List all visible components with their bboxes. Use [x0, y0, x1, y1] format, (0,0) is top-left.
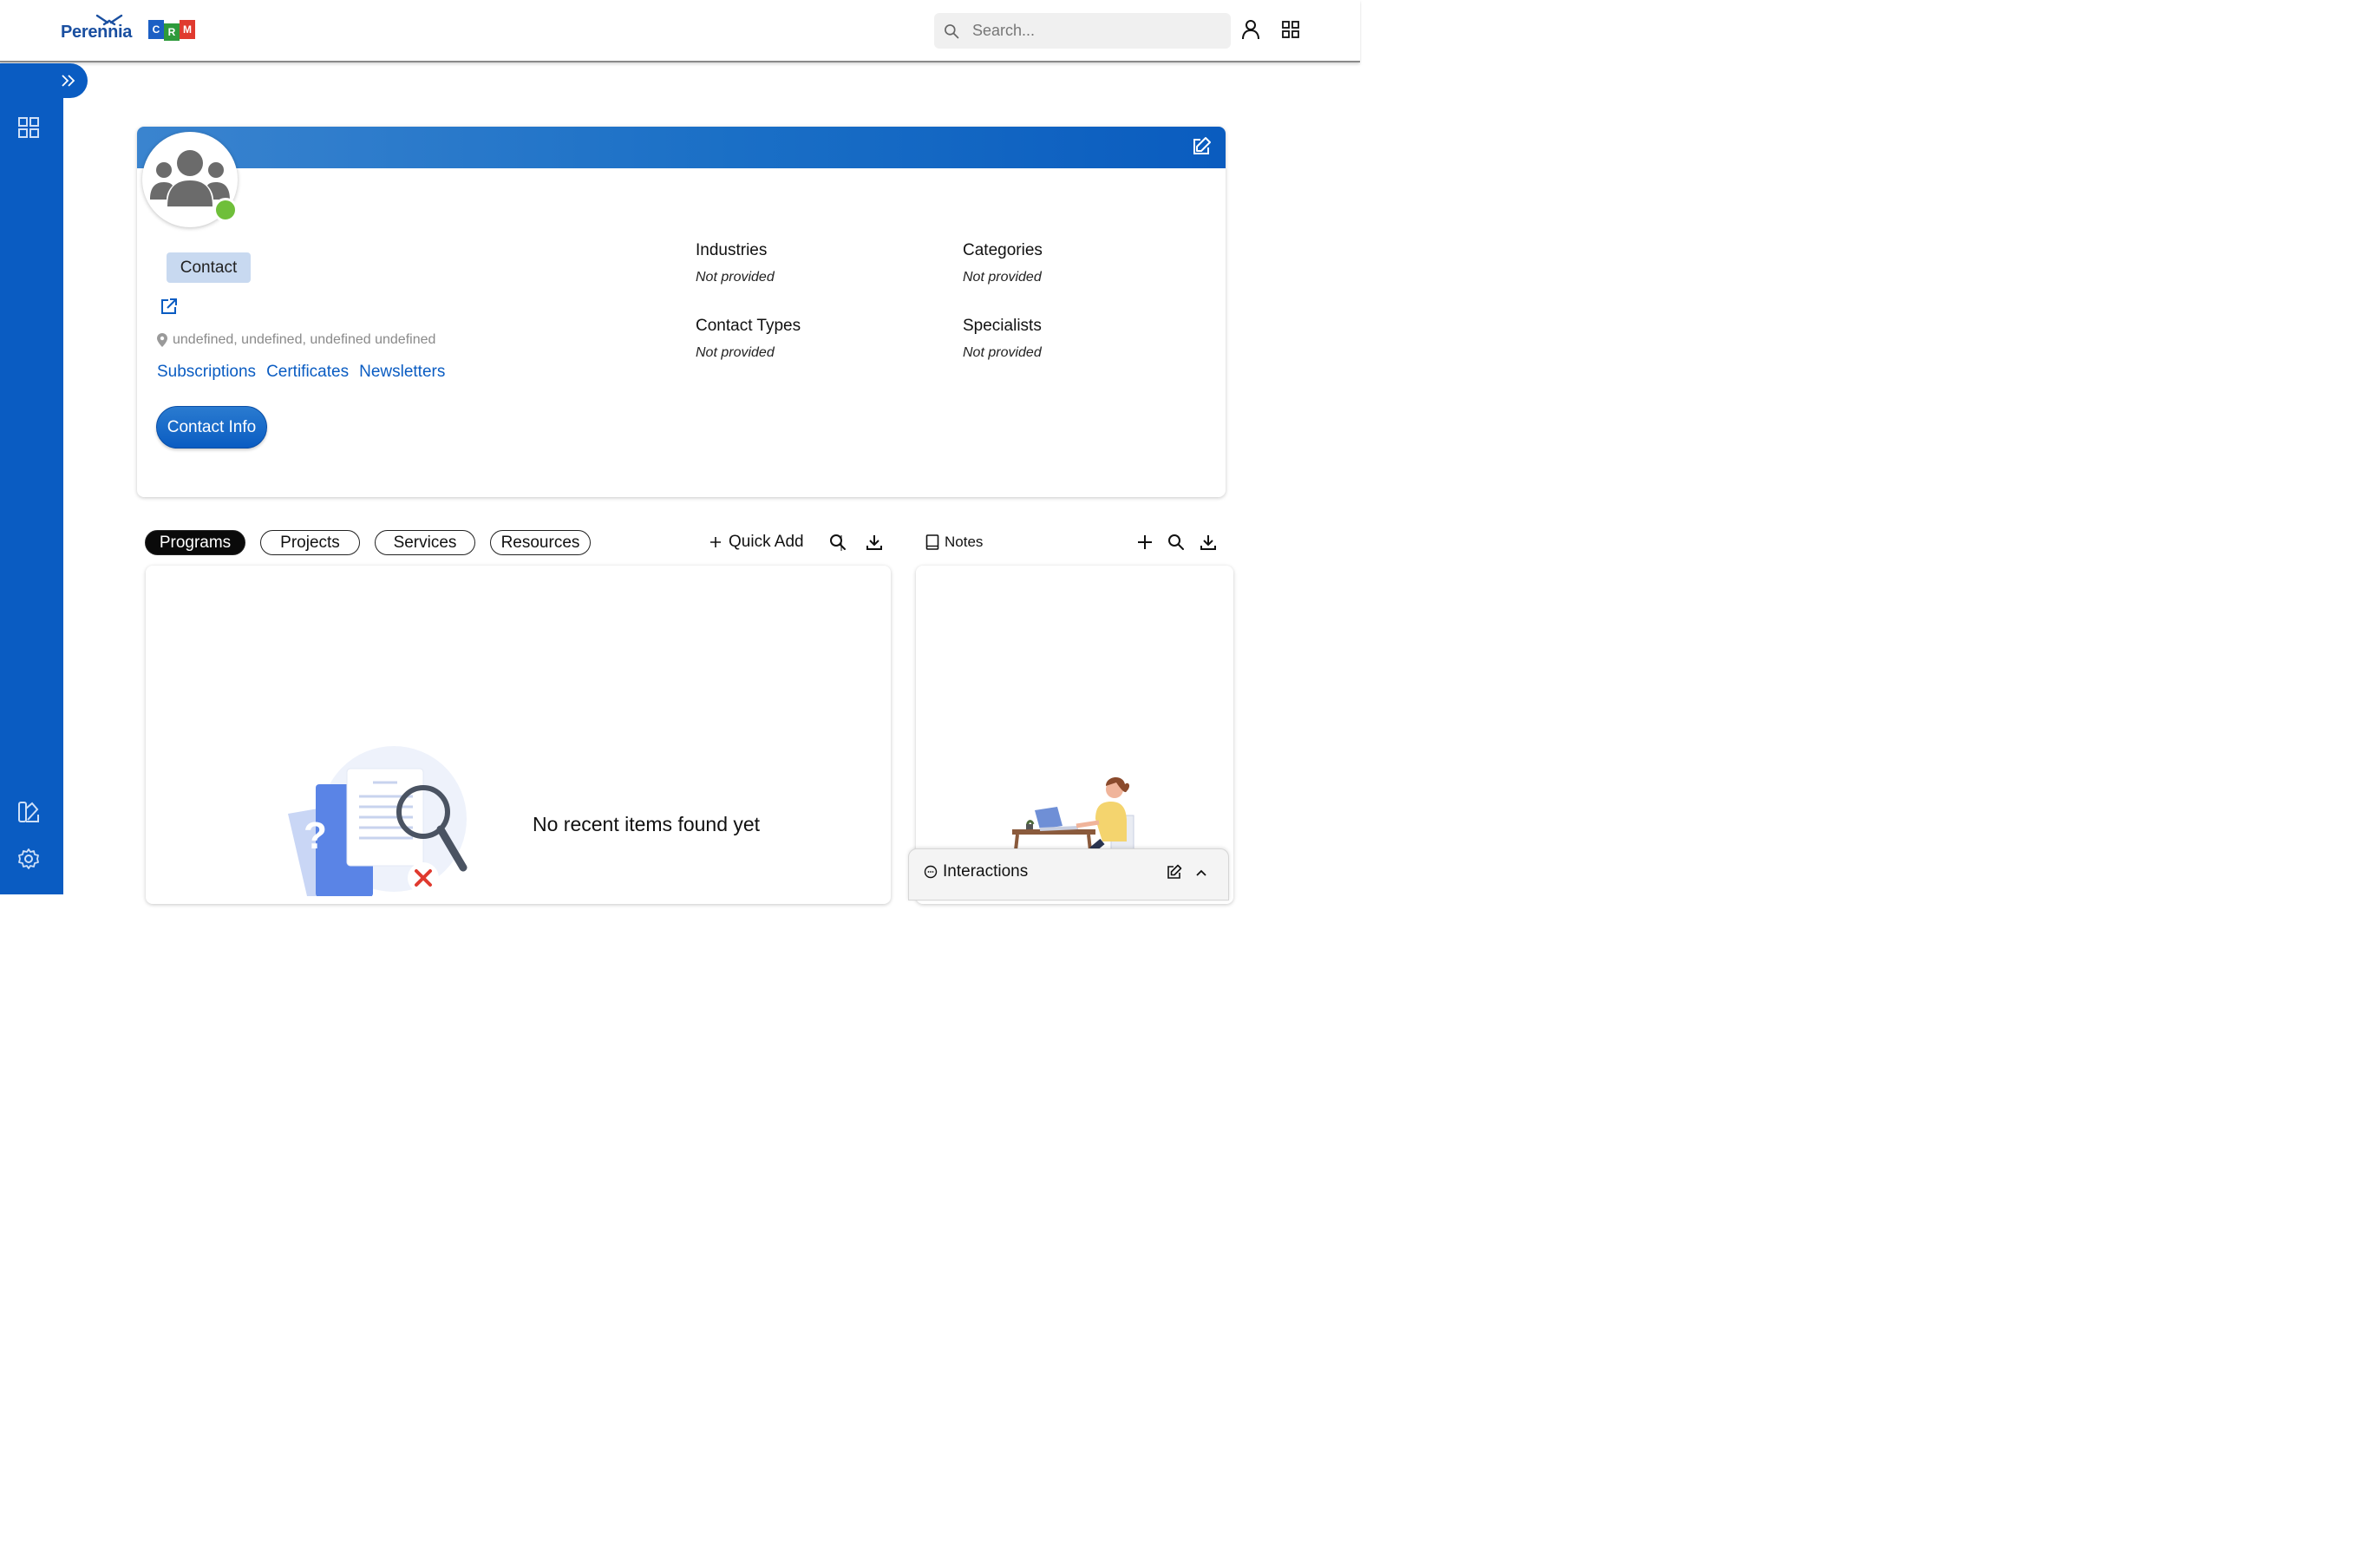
settings-gear-icon[interactable]	[17, 848, 40, 874]
field-value: Not provided	[963, 270, 1042, 285]
download-programs-icon[interactable]	[866, 534, 883, 555]
theme-palette-icon[interactable]	[17, 801, 40, 828]
profile-links: Subscriptions Certificates Newsletters	[157, 363, 445, 382]
chevron-up-icon[interactable]	[1195, 866, 1207, 881]
svg-text:?: ?	[304, 815, 327, 857]
empty-search-illustration-icon: ?	[286, 744, 468, 900]
search-input[interactable]	[972, 22, 1198, 40]
interactions-title: Interactions	[943, 862, 1029, 881]
interactions-dock[interactable]: Interactions	[908, 848, 1229, 900]
location-pin-icon	[157, 333, 167, 347]
newsletters-link[interactable]: Newsletters	[359, 363, 445, 382]
apps-grid-icon[interactable]	[1282, 21, 1299, 43]
crm-letter-m: M	[180, 20, 195, 39]
online-status-badge	[213, 198, 238, 222]
field-industries: Industries Not provided	[696, 241, 775, 285]
tab-resources[interactable]: Resources	[490, 530, 591, 555]
search-notes-icon[interactable]	[1167, 534, 1185, 555]
interactions-header: Interactions	[924, 862, 1028, 881]
profile-banner	[137, 127, 1226, 168]
edit-profile-icon[interactable]	[1191, 136, 1212, 161]
tab-programs[interactable]: Programs	[145, 530, 245, 555]
search-programs-icon[interactable]	[829, 534, 847, 557]
field-categories: Categories Not provided	[963, 241, 1043, 285]
subscriptions-link[interactable]: Subscriptions	[157, 363, 256, 382]
add-note-icon[interactable]	[1136, 534, 1154, 555]
field-contact-types: Contact Types Not provided	[696, 317, 801, 361]
quick-add-label: Quick Add	[729, 533, 804, 551]
tab-services[interactable]: Services	[375, 530, 475, 555]
programs-panel	[146, 566, 891, 904]
app-logo[interactable]: Perennia	[61, 23, 132, 43]
field-value: Not provided	[696, 345, 775, 360]
user-account-icon[interactable]	[1241, 19, 1260, 44]
sidebar-expand-button[interactable]	[49, 63, 88, 98]
notebook-icon	[925, 534, 939, 550]
field-label: Categories	[963, 241, 1043, 259]
search-icon	[945, 23, 959, 38]
plus-icon	[710, 537, 721, 547]
chevrons-right-icon	[61, 75, 75, 87]
download-notes-icon[interactable]	[1200, 534, 1217, 555]
notes-title: Notes	[945, 534, 984, 550]
top-bar: Perennia C R M	[0, 0, 1360, 62]
edit-interactions-icon[interactable]	[1167, 864, 1182, 884]
contact-address: undefined, undefined, undefined undefine…	[157, 332, 435, 348]
field-value: Not provided	[963, 345, 1042, 360]
sidebar	[0, 63, 63, 894]
profile-card: Industries Not provided Categories Not p…	[137, 127, 1226, 497]
field-value: Not provided	[696, 270, 775, 285]
field-label: Specialists	[963, 317, 1042, 335]
field-specialists: Specialists Not provided	[963, 317, 1042, 361]
dashboard-grid-icon[interactable]	[17, 116, 40, 143]
contact-type-chip: Contact	[167, 252, 251, 283]
crm-letter-r: R	[164, 23, 180, 41]
certificates-link[interactable]: Certificates	[266, 363, 349, 382]
external-link-icon[interactable]	[160, 298, 178, 319]
field-label: Industries	[696, 241, 768, 259]
address-text: undefined, undefined, undefined undefine…	[173, 332, 436, 347]
empty-state-message: No recent items found yet	[533, 813, 761, 835]
crm-letter-c: C	[148, 20, 164, 39]
global-search[interactable]	[934, 13, 1231, 49]
chat-bubble-icon	[924, 865, 938, 879]
field-label: Contact Types	[696, 317, 801, 335]
notes-header: Notes	[925, 534, 983, 551]
quick-add-button[interactable]: Quick Add	[709, 533, 804, 552]
crm-badge: C R M	[148, 20, 195, 41]
tab-projects[interactable]: Projects	[260, 530, 360, 555]
person-working-illustration-icon	[1009, 772, 1139, 855]
contact-info-button[interactable]: Contact Info	[156, 406, 267, 449]
